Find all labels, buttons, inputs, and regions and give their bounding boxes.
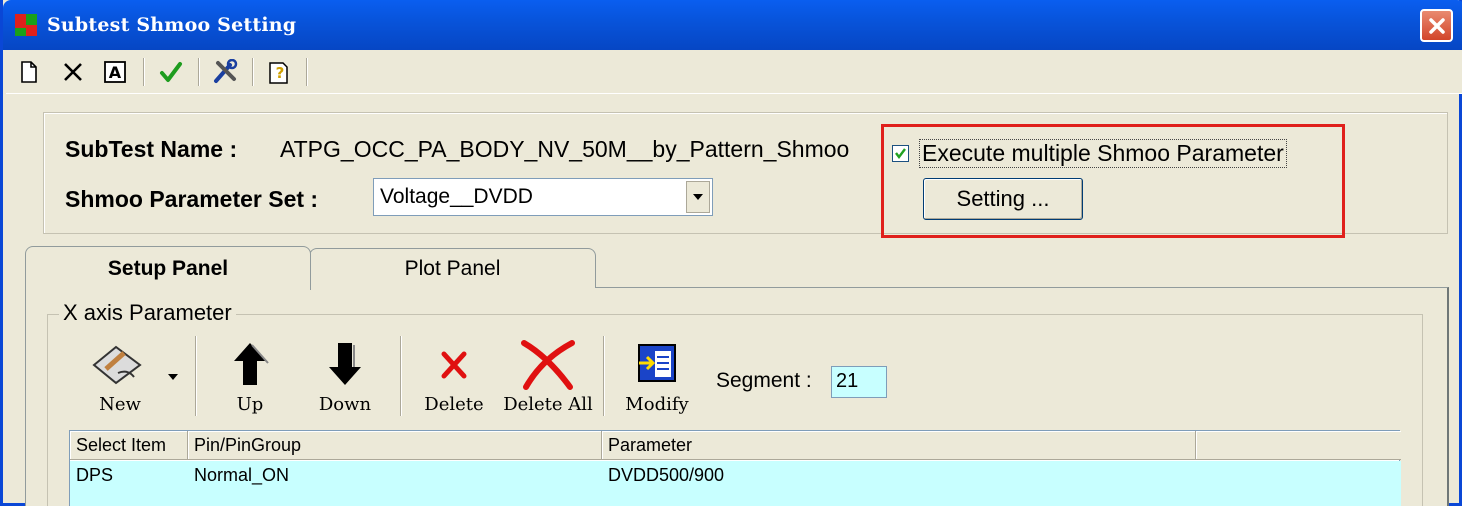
modify-button-label: Modify	[625, 394, 689, 415]
new-button[interactable]: New	[85, 336, 155, 420]
delete-all-button[interactable]: Delete All	[503, 336, 593, 420]
x-axis-parameter-table: Select Item Pin/PinGroup Parameter DPS N…	[69, 430, 1401, 506]
cell-pin-pingroup: Normal_ON	[194, 465, 290, 485]
tab-plot-panel[interactable]: Plot Panel	[309, 248, 596, 288]
segment-input[interactable]: 21	[831, 366, 887, 398]
new-doc-button[interactable]	[14, 58, 44, 86]
delete-all-button-label: Delete All	[503, 394, 593, 415]
help-toolbar-button[interactable]: ?	[264, 58, 294, 86]
new-button-label: New	[99, 394, 141, 415]
modify-button[interactable]: Modify	[621, 336, 693, 420]
app-icon	[15, 14, 37, 36]
cell-extra	[1196, 461, 1401, 506]
tools-icon	[214, 59, 238, 83]
execute-multiple-checkbox[interactable]	[892, 145, 909, 162]
apply-check-icon	[160, 62, 182, 82]
toolbar: A ?	[6, 50, 1462, 94]
segment-label: Segment :	[716, 369, 812, 392]
help-icon: ?	[269, 62, 288, 84]
tab-setup-panel[interactable]: Setup Panel	[25, 246, 311, 290]
column-header-pin-pingroup[interactable]: Pin/PinGroup	[188, 431, 602, 460]
shmoo-parameter-set-select[interactable]: Voltage__DVDD	[373, 178, 713, 216]
delete-toolbar-button[interactable]	[58, 58, 88, 86]
delete-x-icon	[441, 351, 467, 379]
cell-select-item: DPS	[76, 465, 114, 485]
dropdown-button[interactable]	[686, 181, 710, 213]
modify-icon	[638, 344, 676, 382]
shmoo-parameter-set-value: Voltage__DVDD	[380, 185, 533, 208]
delete-button[interactable]: Delete	[421, 336, 487, 420]
rename-toolbar-button[interactable]: A	[100, 58, 130, 86]
down-arrow-icon	[329, 343, 361, 385]
column-header-parameter[interactable]: Parameter	[602, 431, 1196, 460]
execute-multiple-label[interactable]: Execute multiple Shmoo Parameter	[919, 139, 1287, 168]
dialog-window: Subtest Shmoo Setting A ? SubTest Name:…	[0, 0, 1462, 506]
column-header-extra[interactable]	[1196, 431, 1401, 460]
window-title: Subtest Shmoo Setting	[47, 14, 297, 36]
chevron-down-icon	[693, 194, 703, 200]
subtest-name-label: SubTest Name :	[65, 136, 238, 162]
down-button[interactable]: Down	[311, 336, 379, 420]
svg-text:A: A	[109, 63, 122, 82]
up-button[interactable]: Up	[221, 336, 279, 420]
table-row[interactable]: DPS Normal_ON DVDD500/900	[70, 461, 1401, 506]
delete-button-label: Delete	[424, 394, 484, 415]
apply-toolbar-button[interactable]	[156, 58, 186, 86]
cell-parameter: DVDD500/900	[608, 465, 725, 485]
delete-icon	[64, 63, 82, 81]
new-dropdown-arrow[interactable]	[167, 368, 179, 386]
subtest-name-value: ATPG_OCC_PA_BODY_NV_50M__by_Pattern_Shmo…	[280, 136, 850, 162]
tools-toolbar-button[interactable]	[210, 58, 240, 86]
close-button[interactable]	[1420, 9, 1453, 42]
rename-icon: A	[104, 61, 126, 83]
close-icon	[1428, 17, 1445, 34]
caret-down-icon	[168, 374, 178, 380]
new-pencil-icon	[92, 345, 142, 385]
new-doc-icon	[21, 61, 37, 83]
svg-text:?: ?	[276, 64, 285, 82]
delete-all-x-icon	[521, 340, 575, 390]
down-button-label: Down	[318, 394, 372, 415]
shmoo-parameter-set-label: Shmoo Parameter Set :	[65, 186, 319, 212]
setting-button[interactable]: Setting ...	[923, 178, 1083, 220]
table-header: Select Item Pin/PinGroup Parameter	[70, 431, 1401, 460]
up-arrow-icon	[234, 343, 269, 385]
checkmark-icon	[895, 148, 906, 159]
x-axis-parameter-label: X axis Parameter	[59, 300, 236, 326]
column-header-select-item[interactable]: Select Item	[70, 431, 188, 460]
title-bar[interactable]: Subtest Shmoo Setting	[3, 0, 1462, 50]
up-button-label: Up	[236, 394, 264, 415]
